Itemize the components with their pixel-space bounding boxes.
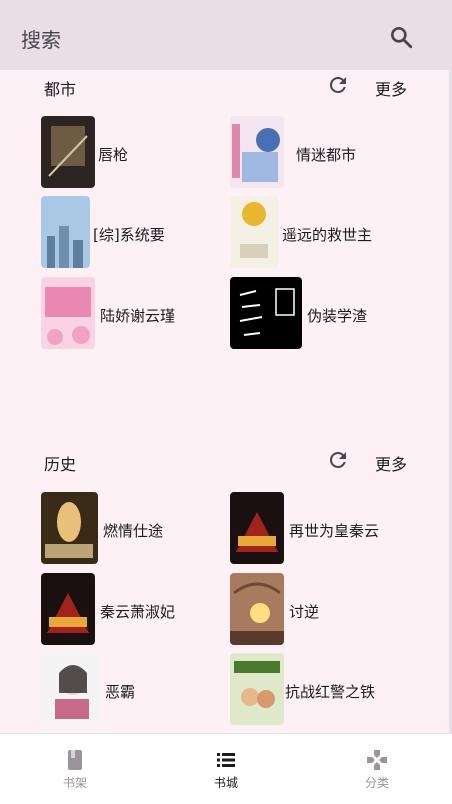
book-cover <box>41 116 95 188</box>
book-cover <box>230 492 284 564</box>
book-cover <box>230 573 284 645</box>
book-title: 抗战红警之铁 <box>285 683 376 701</box>
list-icon <box>214 748 238 772</box>
nav-category[interactable]: 分类 <box>302 734 452 804</box>
book-item[interactable]: 唇枪 <box>41 116 241 190</box>
nav-label: 书架 <box>62 776 87 790</box>
nav-bookstore[interactable]: 书城 <box>151 734 301 804</box>
search-icon[interactable] <box>384 20 418 54</box>
book-title: 陆娇谢云瑾 <box>100 307 176 325</box>
nav-label: 分类 <box>364 776 389 790</box>
section-header-lishi: 历史 更多 <box>0 447 452 477</box>
book-item[interactable]: 恶霸 <box>41 653 241 727</box>
book-cover <box>41 277 95 349</box>
refresh-icon[interactable] <box>326 448 350 472</box>
book-item[interactable]: 情迷都市 <box>230 116 430 190</box>
book-icon <box>63 748 87 772</box>
book-item[interactable]: 陆娇谢云瑾 <box>41 277 241 351</box>
book-item[interactable]: 再世为皇秦云 <box>230 492 430 566</box>
book-item[interactable]: 抗战红警之铁 <box>230 653 430 727</box>
nav-bookshelf[interactable]: 书架 <box>0 734 150 804</box>
book-title: [综]系统要 <box>93 226 165 244</box>
section-header-dushi: 都市 更多 <box>0 72 452 102</box>
refresh-icon[interactable] <box>326 73 350 97</box>
more-button[interactable]: 更多 <box>375 76 407 100</box>
search-bar[interactable]: 搜索 <box>0 0 452 70</box>
book-title: 燃情仕途 <box>103 522 164 540</box>
book-item[interactable]: [综]系统要 <box>41 196 241 270</box>
book-item[interactable]: 燃情仕途 <box>41 492 241 566</box>
book-cover <box>230 196 278 268</box>
book-title: 遥远的救世主 <box>282 226 373 244</box>
book-item[interactable]: 秦云萧淑妃 <box>41 573 241 647</box>
book-item[interactable]: 讨逆 <box>230 573 430 647</box>
book-cover <box>230 653 284 725</box>
book-title: 讨逆 <box>289 603 320 621</box>
book-title: 情迷都市 <box>296 146 357 164</box>
book-cover <box>41 196 90 268</box>
more-button[interactable]: 更多 <box>375 451 407 475</box>
gamepad-icon <box>365 748 389 772</box>
book-title: 恶霸 <box>105 683 136 701</box>
book-title: 唇枪 <box>98 146 129 164</box>
book-item[interactable]: 伪装学渣 <box>230 277 430 351</box>
book-title: 再世为皇秦云 <box>289 522 380 540</box>
book-cover <box>41 492 98 564</box>
nav-label: 书城 <box>213 776 238 790</box>
book-item[interactable]: 遥远的救世主 <box>230 196 430 270</box>
search-placeholder: 搜索 <box>21 28 61 52</box>
book-cover <box>41 573 95 645</box>
book-cover <box>230 277 302 349</box>
section-title: 都市 <box>44 80 77 99</box>
section-title: 历史 <box>44 455 77 474</box>
book-title: 秦云萧淑妃 <box>100 603 176 621</box>
book-cover <box>230 116 284 188</box>
book-cover <box>41 653 100 725</box>
bottom-navigation: 书架 书城 分类 <box>0 733 452 804</box>
book-title: 伪装学渣 <box>307 307 368 325</box>
